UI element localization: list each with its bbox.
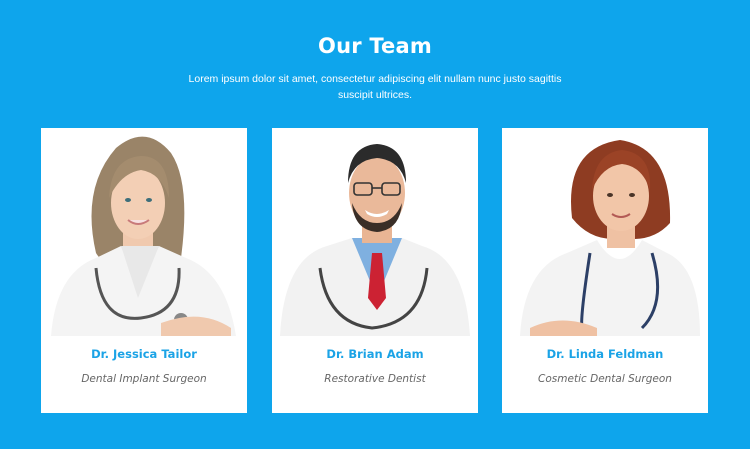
doctor-role: Cosmetic Dental Surgeon xyxy=(538,373,672,385)
doctor-role: Restorative Dentist xyxy=(324,373,426,385)
doctor-photo xyxy=(502,128,708,336)
team-card-jessica[interactable]: Dr. Jessica Tailor Dental Implant Surgeo… xyxy=(41,128,247,413)
doctor-role: Dental Implant Surgeon xyxy=(81,373,207,385)
intro-text: Lorem ipsum dolor sit amet, consectetur … xyxy=(188,73,562,101)
doctor-name[interactable]: Dr. Brian Adam xyxy=(272,347,478,361)
team-card-linda[interactable]: Dr. Linda Feldman Cosmetic Dental Surgeo… xyxy=(502,128,708,413)
doctor-photo xyxy=(41,128,247,336)
page-title: Our Team xyxy=(318,34,432,58)
doctor-photo xyxy=(272,128,478,336)
team-card-brian[interactable]: Dr. Brian Adam Restorative Dentist xyxy=(272,128,478,413)
doctor-name[interactable]: Dr. Linda Feldman xyxy=(502,347,708,361)
doctor-name[interactable]: Dr. Jessica Tailor xyxy=(41,347,247,361)
